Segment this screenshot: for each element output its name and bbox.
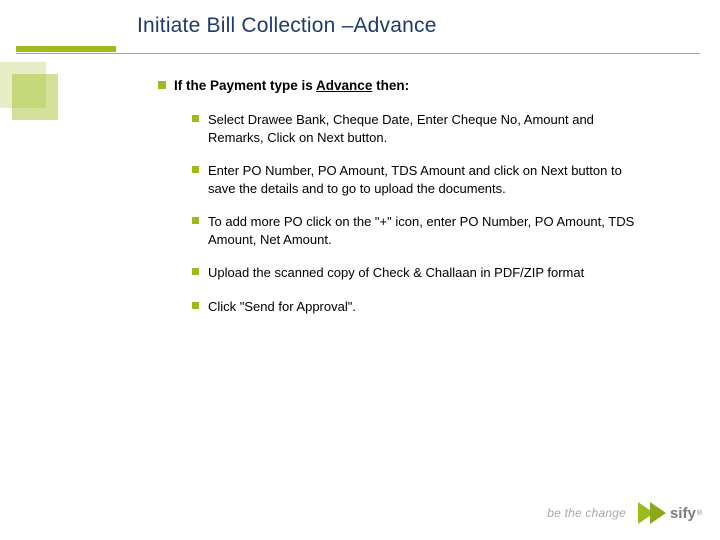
decorative-square <box>12 74 58 120</box>
list-item: Select Drawee Bank, Cheque Date, Enter C… <box>192 111 650 146</box>
intro-line: If the Payment type is Advance then: <box>158 78 650 93</box>
page-title: Initiate Bill Collection –Advance <box>137 14 690 38</box>
list-item: Upload the scanned copy of Check & Chall… <box>192 264 650 282</box>
registered-mark-icon: ® <box>697 510 702 517</box>
title-underline <box>16 46 700 54</box>
brand-logo: sify® <box>636 498 702 528</box>
brand-name: sify <box>670 505 696 522</box>
intro-suffix: then: <box>372 78 409 93</box>
list-item: Click "Send for Approval". <box>192 298 650 316</box>
intro-underlined: Advance <box>316 78 372 93</box>
list-item: To add more PO click on the "+" icon, en… <box>192 213 650 248</box>
list-item: Enter PO Number, PO Amount, TDS Amount a… <box>192 162 650 197</box>
intro-prefix: If the Payment type is <box>174 78 316 93</box>
footer-tagline: be the change <box>547 506 626 520</box>
